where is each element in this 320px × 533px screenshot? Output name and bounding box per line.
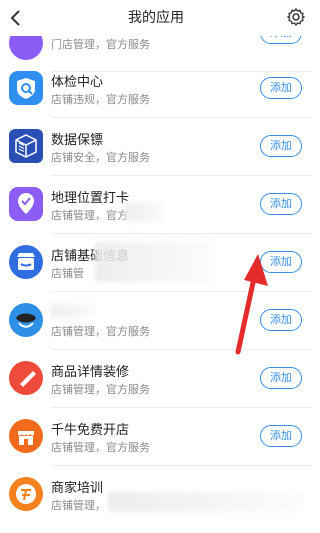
app-desc: 店铺违规，官方服务 xyxy=(51,93,150,106)
add-button[interactable]: 添加 xyxy=(260,135,302,157)
nav-bar: 我的应用 xyxy=(0,0,312,36)
app-icon xyxy=(9,303,43,337)
shield-search-icon xyxy=(9,71,43,105)
add-button[interactable]: 添加 xyxy=(260,193,302,215)
app-desc: 店铺管理， xyxy=(51,499,106,512)
app-desc: 店铺管 xyxy=(51,267,84,280)
list-item-health-check: 体检中心 店铺违规，官方服务 添加 xyxy=(0,60,312,118)
storefront-icon xyxy=(9,419,43,453)
brush-icon xyxy=(9,361,43,395)
app-desc: 店铺管理，官方服务 xyxy=(51,325,150,338)
app-name: 体检中心 xyxy=(51,75,104,90)
blur-mask xyxy=(51,304,96,318)
gear-icon[interactable] xyxy=(286,7,306,27)
location-pin-icon xyxy=(9,187,43,221)
app-name: 商家培训 xyxy=(51,481,104,496)
add-button[interactable]: 添加 xyxy=(260,251,302,273)
list-item-free-store: 千牛免费开店 店铺管理，官方服务 添加 xyxy=(0,408,312,466)
add-button[interactable]: 添加 xyxy=(260,425,302,447)
list-item-product-decor: 商品详情装修 店铺管理，官方服务 添加 xyxy=(0,350,312,408)
app-desc: 店铺安全，官方服务 xyxy=(51,151,150,164)
shop-icon xyxy=(9,245,43,279)
app-desc: 门店管理，官方服务 xyxy=(51,38,150,51)
list-item-blurred-app: 店铺管理，官方服务 添加 xyxy=(0,292,312,350)
app-name: 商品详情装修 xyxy=(51,365,130,380)
taobao-icon xyxy=(9,477,43,511)
list-item-merchant-training: 商家培训 店铺管理， xyxy=(0,466,312,524)
app-page: 门店管理，官方服务 添加 体检中心 店铺违规，官方服务 添加 xyxy=(0,0,312,533)
app-desc: 店铺管理，官方 xyxy=(51,209,128,222)
list-item-location-checkin: 地理位置打卡 店铺管理，官方 添加 xyxy=(0,176,312,234)
app-name: 地理位置打卡 xyxy=(51,191,130,206)
add-button[interactable]: 添加 xyxy=(260,367,302,389)
page-title: 我的应用 xyxy=(128,10,184,26)
app-name: 千牛免费开店 xyxy=(51,423,130,438)
list-item-data-guard: 数据保镖 店铺安全，官方服务 添加 xyxy=(0,118,312,176)
blur-mask xyxy=(125,202,165,222)
app-name: 数据保镖 xyxy=(51,133,104,148)
add-button[interactable]: 添加 xyxy=(260,77,302,99)
list-item-shop-info: 店铺基础信息 店铺管 添加 xyxy=(0,234,312,292)
blur-mask xyxy=(108,492,304,512)
add-button[interactable]: 添加 xyxy=(260,309,302,331)
blur-mask xyxy=(95,242,215,282)
data-cube-icon xyxy=(9,129,43,163)
app-desc: 店铺管理，官方服务 xyxy=(51,383,150,396)
app-desc: 店铺管理，官方服务 xyxy=(51,441,150,454)
